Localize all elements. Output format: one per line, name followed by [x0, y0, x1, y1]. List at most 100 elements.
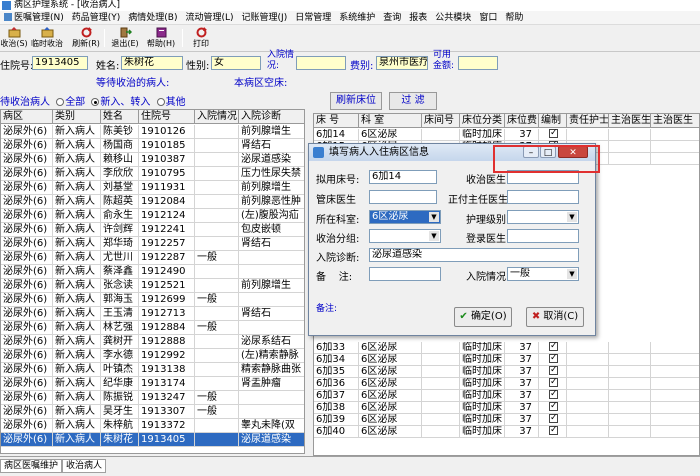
- checkbox-checked-icon[interactable]: [549, 129, 558, 139]
- menu-query[interactable]: 查询: [379, 11, 405, 25]
- diagnosis-field[interactable]: 泌尿道感染: [369, 248, 579, 262]
- login-doctor-field[interactable]: [507, 229, 579, 243]
- help-button[interactable]: 帮助(H): [147, 26, 175, 51]
- table-row[interactable]: 6加37 6区泌尿 临时加床 37: [314, 390, 699, 402]
- menu-window[interactable]: 窗口: [475, 11, 501, 25]
- table-cell: 新入病人: [53, 265, 101, 279]
- table-row[interactable]: 泌尿外(6) 新入病人 吴牙生 1913307 一般: [1, 405, 304, 419]
- group-select[interactable]: ▼: [369, 229, 441, 243]
- chief-doctor-field[interactable]: [507, 190, 579, 204]
- column-header: 床 号: [314, 114, 359, 128]
- tab-order-maintenance[interactable]: 病区医嘱维护: [0, 459, 63, 473]
- menu-daily[interactable]: 日常管理: [291, 11, 335, 25]
- filter-all[interactable]: 全部: [56, 97, 85, 108]
- checkbox-checked-icon[interactable]: [549, 354, 558, 364]
- checkbox-checked-icon[interactable]: [549, 366, 558, 376]
- receive-button[interactable]: 收治(S): [0, 26, 28, 51]
- table-row[interactable]: 泌尿外(6) 新入病人 龚树开 1912888 泌尿系结石: [1, 335, 304, 349]
- menu-system[interactable]: 系统维护: [335, 11, 379, 25]
- table-row[interactable]: 6加34 6区泌尿 临时加床 37: [314, 354, 699, 366]
- checkbox-checked-icon[interactable]: [549, 342, 558, 352]
- table-cell: 1913307: [139, 405, 195, 419]
- menu-drugs[interactable]: 药品管理(Y): [68, 11, 125, 25]
- table-row[interactable]: 泌尿外(6) 新入病人 李水德 1912992 (左)精索静脉: [1, 349, 304, 363]
- admit-status-field[interactable]: [296, 56, 346, 70]
- dept-select[interactable]: 6区泌尿 ▼: [369, 210, 441, 224]
- temp-receive-button[interactable]: 临时收治: [31, 26, 63, 51]
- menu-condition[interactable]: 病情处理(B): [124, 11, 181, 25]
- exit-icon: [120, 27, 132, 38]
- filter-other[interactable]: 其他: [156, 97, 186, 108]
- filter-button[interactable]: 过 滤: [389, 92, 437, 110]
- checkbox-checked-icon[interactable]: [549, 378, 558, 388]
- table-row[interactable]: 泌尿外(6) 新入病人 叶镇杰 1913138 精索静脉曲张: [1, 363, 304, 377]
- table-cell: 1913372: [139, 419, 195, 433]
- name-field[interactable]: 朱树花: [121, 56, 183, 70]
- table-row[interactable]: 泌尿外(6) 新入病人 刘基堂 1911931 前列腺增生: [1, 181, 304, 195]
- balance-field[interactable]: [458, 56, 498, 70]
- table-cell: [195, 125, 239, 139]
- menu-report[interactable]: 报表: [405, 11, 431, 25]
- nursing-level-select[interactable]: ▼: [507, 210, 579, 224]
- table-row[interactable]: 泌尿外(6) 新入病人 纪华康 1913174 肾盂肿瘤: [1, 377, 304, 391]
- table-cell: 张念读: [101, 279, 139, 293]
- menu-flow[interactable]: 流动管理(L): [182, 11, 238, 25]
- table-row[interactable]: 泌尿外(6) 新入病人 王玉清 1912713 肾结石: [1, 307, 304, 321]
- menu-accounting[interactable]: 记账管理(J): [238, 11, 292, 25]
- table-cell: 6加39: [314, 414, 359, 426]
- bed-doctor-field[interactable]: [369, 190, 437, 204]
- table-cell: [567, 390, 609, 402]
- remark-field[interactable]: [369, 267, 441, 281]
- column-header: 病区: [1, 110, 53, 124]
- table-cell: 1912713: [139, 307, 195, 321]
- bed-field[interactable]: 6加14: [369, 170, 437, 184]
- table-row[interactable]: 泌尿外(6) 新入病人 林艺强 1912884 一般: [1, 321, 304, 335]
- tab-receive-patient[interactable]: 收治病人: [62, 459, 107, 473]
- admit-condition-select[interactable]: 一般 ▼: [507, 267, 579, 281]
- table-row[interactable]: 泌尿外(6) 新入病人 俞永生 1912124 (左)腹股沟疝: [1, 209, 304, 223]
- table-row[interactable]: 泌尿外(6) 新入病人 赖移山 1910387 泌尿道感染: [1, 153, 304, 167]
- table-cell: 泌尿外(6): [1, 321, 53, 335]
- checkbox-checked-icon[interactable]: [549, 390, 558, 400]
- table-row[interactable]: 6加14 6区泌尿 临时加床 37: [314, 129, 699, 141]
- table-row[interactable]: 泌尿外(6) 新入病人 陈振锐 1913247 一般: [1, 391, 304, 405]
- table-row[interactable]: 泌尿外(6) 新入病人 杨国商 1910185 肾结石: [1, 139, 304, 153]
- filter-new-transfer[interactable]: 新入、转入: [91, 97, 150, 108]
- table-row[interactable]: 6加35 6区泌尿 临时加床 37: [314, 366, 699, 378]
- table-row[interactable]: 6加40 6区泌尿 临时加床 37: [314, 426, 699, 438]
- menu-public[interactable]: 公共模块: [431, 11, 475, 25]
- table-row[interactable]: 泌尿外(6) 新入病人 李欣欣 1910795 压力性尿失禁: [1, 167, 304, 181]
- table-row[interactable]: 泌尿外(6) 新入病人 张念读 1912521 前列腺增生: [1, 279, 304, 293]
- table-row[interactable]: 6加33 6区泌尿 临时加床 37: [314, 342, 699, 354]
- table-row[interactable]: 泌尿外(6) 新入病人 郭海玉 1912699 一般: [1, 293, 304, 307]
- inpatient-no-field[interactable]: 1913405: [32, 56, 88, 70]
- table-row[interactable]: 泌尿外(6) 新入病人 陈美钞 1910126 前列腺增生: [1, 125, 304, 139]
- table-row[interactable]: 泌尿外(6) 新入病人 朱树花 1913405 泌尿道感染: [1, 433, 304, 447]
- table-row[interactable]: 泌尿外(6) 新入病人 陈超英 1912084 前列腺恶性肿: [1, 195, 304, 209]
- table-cell: [609, 153, 651, 165]
- column-header: 责任护士: [569, 114, 609, 128]
- checkbox-checked-icon[interactable]: [549, 414, 558, 424]
- table-row[interactable]: 泌尿外(6) 新入病人 许剑辉 1912241 包皮嵌顿: [1, 223, 304, 237]
- ok-button[interactable]: ✔ 确定(O): [454, 307, 512, 327]
- table-row[interactable]: 泌尿外(6) 新入病人 郑华琦 1912257 肾结石: [1, 237, 304, 251]
- refresh-button[interactable]: 刷新(R): [72, 26, 100, 51]
- payment-field[interactable]: 泉州市医疗: [376, 56, 428, 70]
- table-cell: [609, 390, 651, 402]
- print-button[interactable]: 打印: [188, 26, 214, 51]
- table-row[interactable]: 泌尿外(6) 新入病人 朱梓航 1913372 睾丸未降(双: [1, 419, 304, 433]
- cancel-button[interactable]: ✖ 取消(C): [526, 307, 584, 327]
- column-header: 床间号: [422, 114, 460, 128]
- checkbox-checked-icon[interactable]: [549, 426, 558, 436]
- table-row[interactable]: 6加36 6区泌尿 临时加床 37: [314, 378, 699, 390]
- table-row[interactable]: 6加38 6区泌尿 临时加床 37: [314, 402, 699, 414]
- refresh-bed-button[interactable]: 刷新床位: [330, 92, 382, 110]
- table-row[interactable]: 泌尿外(6) 新入病人 蔡泽鑫 1912490: [1, 265, 304, 279]
- table-row[interactable]: 6加39 6区泌尿 临时加床 37: [314, 414, 699, 426]
- gender-field[interactable]: 女: [211, 56, 261, 70]
- checkbox-checked-icon[interactable]: [549, 402, 558, 412]
- table-row[interactable]: 泌尿外(6) 新入病人 尤世川 1912287 一般: [1, 251, 304, 265]
- exit-button[interactable]: 退出(E): [111, 26, 139, 51]
- menu-orders[interactable]: 医嘱管理(N): [0, 11, 68, 25]
- menu-help[interactable]: 帮助: [501, 11, 527, 25]
